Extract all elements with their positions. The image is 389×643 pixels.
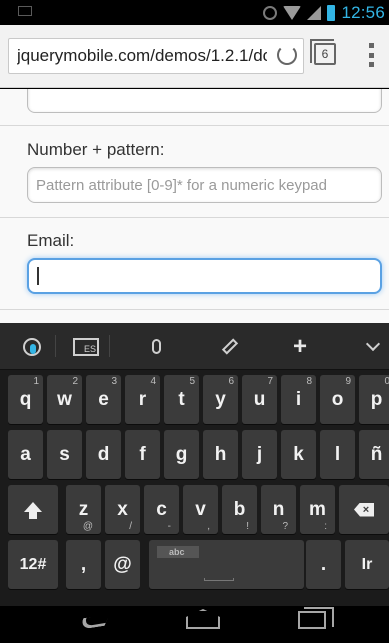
swype-button[interactable] <box>8 323 56 370</box>
key-i[interactable]: i8 <box>281 375 316 424</box>
period-key[interactable]: . <box>306 540 341 589</box>
email-label: Email: <box>27 231 75 250</box>
menu-icon[interactable] <box>369 43 375 67</box>
email-field[interactable] <box>27 258 382 294</box>
battery-icon <box>327 5 336 21</box>
key-n[interactable]: n? <box>261 485 296 534</box>
key-l[interactable]: l <box>320 430 355 479</box>
edit-button[interactable] <box>206 323 254 370</box>
key-u[interactable]: u7 <box>242 375 277 424</box>
text-caret <box>37 267 39 285</box>
key-x[interactable]: x / <box>105 485 140 534</box>
pencil-icon <box>221 338 239 355</box>
shift-icon <box>24 501 42 519</box>
navigation-bar <box>0 606 389 643</box>
key-d[interactable]: d <box>86 430 121 479</box>
space-label: abc <box>157 546 199 558</box>
wifi-icon <box>283 6 302 20</box>
swype-icon <box>23 337 41 356</box>
signal-icon <box>307 6 322 20</box>
status-bar: 12:56 <box>0 0 389 25</box>
symbols-key[interactable]: 12# <box>8 540 58 589</box>
number-pattern-field[interactable] <box>27 167 382 203</box>
key-e[interactable]: e3 <box>86 375 121 424</box>
comma-key[interactable]: , <box>66 540 101 589</box>
hide-keyboard-button[interactable] <box>349 323 389 370</box>
key-k[interactable]: k <box>281 430 316 479</box>
number-pattern-input[interactable] <box>28 168 381 202</box>
key-g[interactable]: g <box>164 430 199 479</box>
recent-apps-icon[interactable] <box>298 607 334 629</box>
key-m[interactable]: m: <box>300 485 335 534</box>
enter-key[interactable]: Ir <box>345 540 389 589</box>
microphone-icon <box>151 339 161 354</box>
add-button[interactable]: + <box>276 323 324 370</box>
key-j[interactable]: j <box>242 430 277 479</box>
plus-icon: + <box>292 332 307 360</box>
key-b[interactable]: b! <box>222 485 257 534</box>
backspace-key[interactable]: × <box>339 485 389 534</box>
layout-button[interactable]: ES <box>62 323 110 370</box>
keyboard-layout-icon: ES <box>73 337 99 356</box>
divider <box>0 309 389 310</box>
address-bar[interactable]: jquerymobile.com/demos/1.2.1/doc <box>8 38 304 74</box>
key-ñ[interactable]: ñ <box>359 430 389 479</box>
key-w[interactable]: w2 <box>47 375 82 424</box>
key-s[interactable]: s <box>47 430 82 479</box>
back-icon[interactable] <box>78 614 110 630</box>
key-c[interactable]: c- <box>144 485 179 534</box>
clock: 12:56 <box>341 3 385 22</box>
key-t[interactable]: t5 <box>164 375 199 424</box>
key-a[interactable]: a <box>8 430 43 479</box>
key-q[interactable]: q1 <box>8 375 43 424</box>
backspace-icon: × <box>354 502 374 517</box>
shift-key[interactable] <box>8 485 58 534</box>
key-z[interactable]: z @ <box>66 485 101 534</box>
notification-icon <box>18 6 32 16</box>
at-key[interactable]: @ <box>105 540 140 589</box>
key-v[interactable]: v, <box>183 485 218 534</box>
divider <box>0 217 389 218</box>
key-h[interactable]: h <box>203 430 238 479</box>
key-y[interactable]: y6 <box>203 375 238 424</box>
browser-toolbar: jquerymobile.com/demos/1.2.1/doc 6 <box>0 25 389 88</box>
number-pattern-label: Number + pattern: <box>27 140 165 159</box>
home-icon[interactable] <box>186 609 220 629</box>
key-o[interactable]: o9 <box>320 375 355 424</box>
space-key[interactable]: abc <box>149 540 304 589</box>
keyboard-toolbar: ES + <box>0 323 389 370</box>
voice-button[interactable] <box>132 323 180 370</box>
space-icon <box>204 578 234 581</box>
divider <box>0 125 389 126</box>
web-page: Number + pattern: Email: <box>0 89 389 323</box>
tabs-button[interactable]: 6 <box>310 39 336 65</box>
key-f[interactable]: f <box>125 430 160 479</box>
key-r[interactable]: r4 <box>125 375 160 424</box>
previous-input-field[interactable] <box>27 89 382 113</box>
chevron-down-icon <box>365 336 381 351</box>
reload-icon[interactable] <box>277 45 297 65</box>
key-p[interactable]: p0 <box>359 375 389 424</box>
soft-keyboard: ES + q 1 w 2 e 3 r 4 t 5 y 6 u 7 i 8 o 9 p 0 a s d f g h j k l ñ z @ x / c… <box>0 323 389 606</box>
url-text[interactable]: jquerymobile.com/demos/1.2.1/doc <box>17 46 267 66</box>
alarm-icon <box>263 6 278 20</box>
